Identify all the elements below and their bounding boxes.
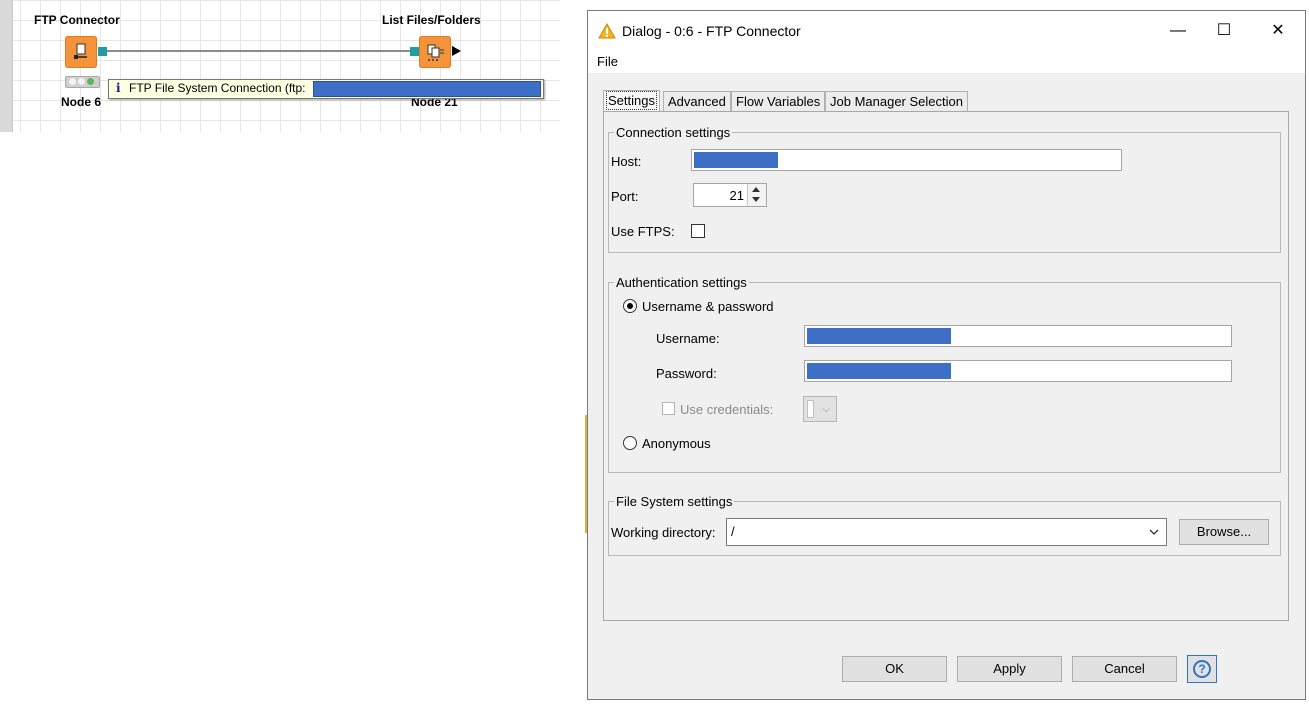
list-files-node[interactable] [419,36,451,68]
node-status-indicator [65,76,100,88]
working-directory-combo[interactable]: / [726,518,1167,546]
port-spinner[interactable]: 21 [693,183,767,207]
ftp-connector-node-title: FTP Connector [34,13,120,27]
redacted-username [807,328,951,344]
anonymous-radio[interactable] [623,436,637,450]
apply-button[interactable]: Apply [957,656,1062,682]
port-value: 21 [729,188,744,203]
chevron-down-icon: ⌵ [822,404,830,415]
redacted-password [807,363,951,379]
port-tooltip: i FTP File System Connection (ftp: [108,79,544,99]
minimize-button[interactable]: — [1155,11,1201,51]
username-input[interactable] [804,325,1232,347]
tooltip-text: FTP File System Connection (ftp: [129,81,306,95]
menu-file[interactable]: File [597,54,618,69]
maximize-button[interactable]: ☐ [1201,11,1247,51]
password-label: Password: [656,366,717,381]
connection-settings-legend: Connection settings [616,125,731,140]
redacted-host [694,152,778,168]
ok-button[interactable]: OK [842,656,947,682]
anonymous-label: Anonymous [642,436,711,451]
tab-advanced[interactable]: Advanced [663,91,731,111]
username-label: Username: [656,331,720,346]
cancel-button[interactable]: Cancel [1072,656,1177,682]
authentication-settings-legend: Authentication settings [616,275,747,290]
help-icon: ? [1193,660,1211,678]
workflow-canvas[interactable]: FTP Connector List Files/Folders Node 6 … [0,0,560,132]
spinner-down-icon[interactable] [752,197,760,202]
file-system-settings-legend: File System settings [616,494,733,509]
spinner-up-icon[interactable] [752,187,760,192]
list-files-output-port[interactable] [452,46,461,56]
port-label: Port: [611,189,639,204]
settings-panel: Connection settings Host: Port: 21 Use F… [603,111,1289,621]
username-password-radio[interactable] [623,299,637,313]
title-bar[interactable]: Dialog - 0:6 - FTP Connector — ☐ ✕ [588,11,1305,51]
list-files-node-title: List Files/Folders [382,13,481,27]
host-input[interactable] [691,149,1122,171]
help-button[interactable]: ? [1187,655,1217,683]
use-credentials-label: Use credentials: [680,402,774,417]
use-ftps-label: Use FTPS: [611,224,675,239]
use-credentials-checkbox[interactable] [662,402,675,415]
warning-icon [598,23,616,39]
password-input[interactable] [804,360,1232,382]
credentials-dropdown-field [807,400,814,418]
username-password-label: Username & password [642,299,774,314]
working-directory-value: / [731,524,735,539]
tab-settings-label: Settings [606,91,657,110]
ftp-connector-output-port[interactable] [98,47,107,56]
chevron-down-icon[interactable] [1148,526,1160,538]
host-label: Host: [611,154,642,169]
use-ftps-checkbox[interactable] [691,224,705,238]
tab-job-manager-selection[interactable]: Job Manager Selection [825,91,968,111]
info-icon: i [116,81,121,95]
menu-bar: File [588,51,1305,73]
working-directory-label: Working directory: [611,525,716,540]
ftp-connector-dialog: Dialog - 0:6 - FTP Connector — ☐ ✕ File … [587,10,1306,700]
node-connection[interactable] [107,50,418,52]
list-files-icon [427,44,444,61]
tab-flow-variables[interactable]: Flow Variables [731,91,826,111]
ftp-connector-icon [74,43,87,59]
ftp-connector-node-label: Node 6 [61,95,102,109]
tab-settings[interactable]: Settings [603,90,660,112]
dialog-title: Dialog - 0:6 - FTP Connector [622,23,801,39]
ftp-connector-node[interactable] [65,36,97,68]
credentials-dropdown[interactable]: ⌵ [803,396,837,422]
browse-button[interactable]: Browse... [1179,519,1269,545]
canvas-edge [0,0,13,132]
list-files-input-port[interactable] [410,47,419,56]
redacted-area [313,81,541,97]
port-spinner-arrows[interactable] [747,184,766,206]
close-button[interactable]: ✕ [1255,11,1301,51]
